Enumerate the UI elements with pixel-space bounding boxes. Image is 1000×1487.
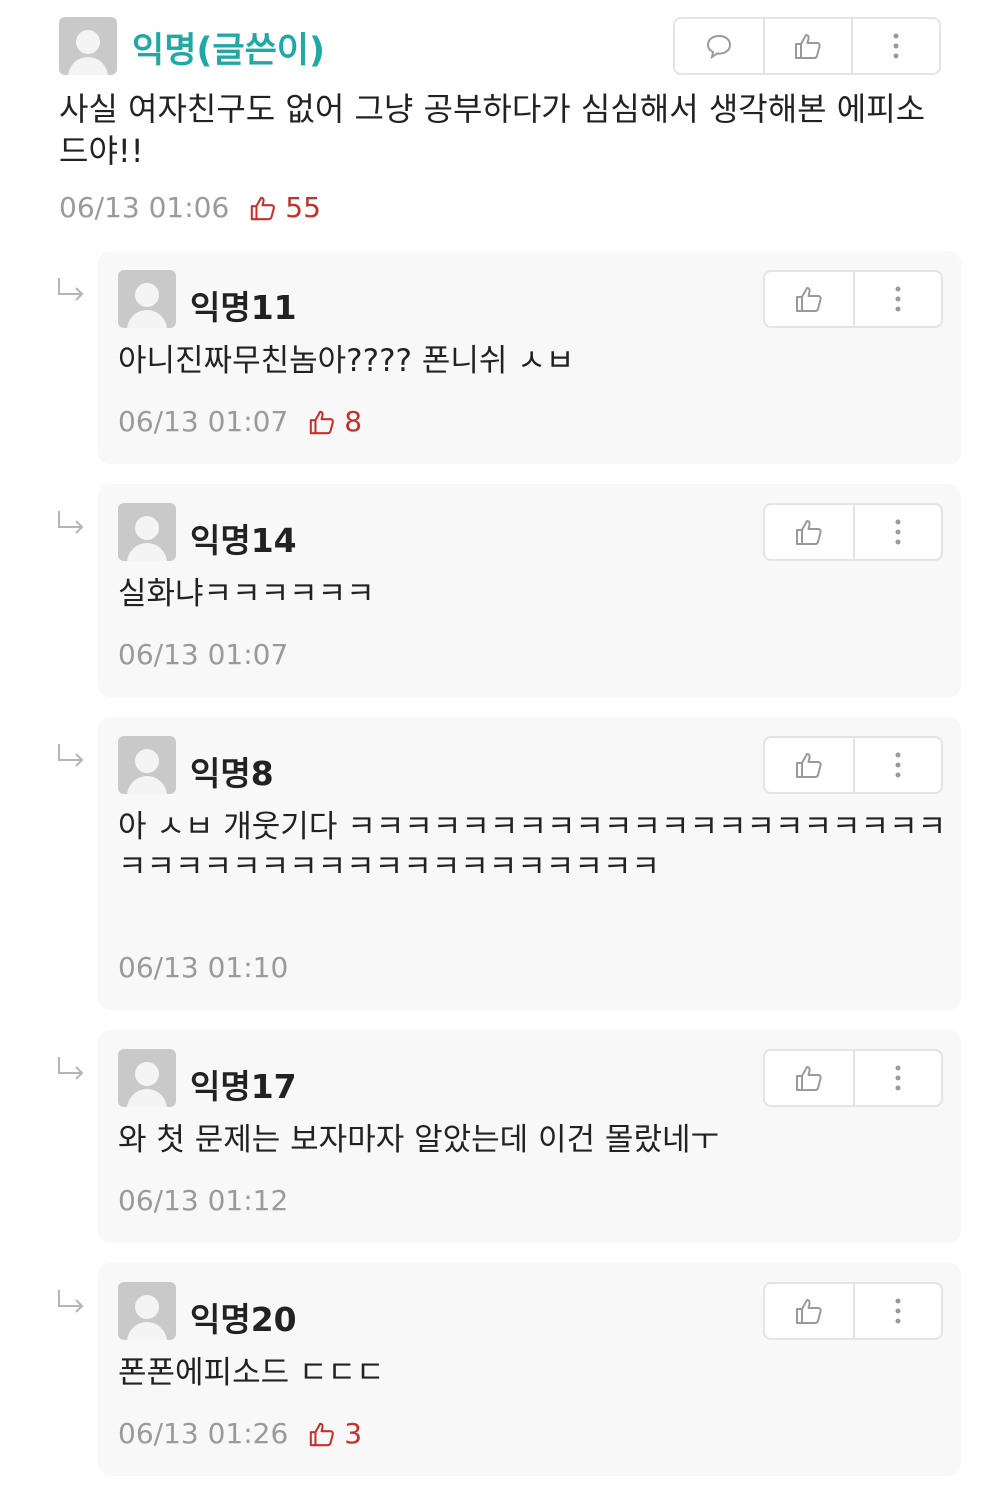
more-button[interactable]	[853, 272, 941, 326]
thumbs-up-icon	[251, 196, 276, 220]
comment-text: 아 ㅅㅂ 개웃기다 ㅋㅋㅋㅋㅋㅋㅋㅋㅋㅋㅋㅋㅋㅋㅋㅋㅋㅋㅋㅋㅋㅋㅋㅋㅋㅋㅋㅋㅋㅋ…	[118, 809, 947, 885]
vote-count-badge: 3	[308, 1417, 362, 1450]
comment-actions	[763, 503, 943, 561]
reply-arrow-icon	[58, 278, 84, 301]
comment-meta: 06/13 01:06 55	[59, 191, 321, 224]
thumbs-up-icon	[310, 1422, 335, 1446]
author-name: 익명14	[190, 521, 297, 560]
thumbs-up-icon	[796, 1299, 822, 1324]
timestamp: 06/13 01:06	[59, 191, 230, 224]
author-name: 익명8	[190, 754, 274, 793]
comment-meta: 06/13 01:12	[118, 1184, 288, 1217]
comment-actions	[763, 270, 943, 328]
author-name: 익명20	[190, 1300, 297, 1339]
timestamp: 06/13 01:07	[118, 405, 289, 438]
more-button[interactable]	[853, 738, 941, 792]
timestamp: 06/13 01:26	[118, 1417, 289, 1450]
avatar[interactable]	[118, 270, 176, 328]
vote-count: 55	[285, 191, 321, 224]
thumbs-up-icon	[796, 1066, 822, 1091]
reply-arrow-icon	[58, 511, 84, 534]
reply-comment: 익명14 실화냐ㅋㅋㅋㅋㅋㅋ 06/13 01:07	[98, 484, 961, 697]
more-vertical-icon	[895, 286, 901, 312]
author-name: 익명17	[190, 1067, 297, 1106]
author-name: 익명11	[190, 288, 297, 327]
like-button[interactable]	[765, 1051, 853, 1105]
like-button[interactable]	[765, 1284, 853, 1338]
comment-text: 사실 여자친구도 없어 그냥 공부하다가 심심해서 생각해본 에피소드야!!	[59, 90, 926, 170]
comment-actions	[763, 1049, 943, 1107]
vote-count: 3	[344, 1417, 363, 1450]
like-button[interactable]	[765, 738, 853, 792]
more-button[interactable]	[853, 1051, 941, 1105]
more-button[interactable]	[851, 19, 939, 73]
comment-meta: 06/13 01:10	[118, 951, 288, 984]
timestamp: 06/13 01:10	[118, 951, 289, 984]
more-vertical-icon	[895, 1298, 901, 1324]
comment-actions	[673, 17, 941, 75]
avatar[interactable]	[118, 1049, 176, 1107]
like-button[interactable]	[765, 272, 853, 326]
reply-arrow-icon	[58, 1290, 84, 1313]
vote-count-badge: 55	[249, 191, 321, 224]
comment-actions	[763, 1282, 943, 1340]
comment-text: 와 첫 문제는 보자마자 알았는데 이건 몰랐네ㅜ	[118, 1122, 720, 1158]
reply-comment: 익명17 와 첫 문제는 보자마자 알았는데 이건 몰랐네ㅜ 06/13 01:…	[98, 1030, 961, 1243]
more-button[interactable]	[853, 1284, 941, 1338]
thumbs-up-icon	[796, 520, 822, 545]
avatar[interactable]	[118, 1282, 176, 1340]
reply-arrow-icon	[58, 744, 84, 767]
thumbs-up-icon	[795, 34, 821, 59]
reply-comment: 익명8 아 ㅅㅂ 개웃기다 ㅋㅋㅋㅋㅋㅋㅋㅋㅋㅋㅋㅋㅋㅋㅋㅋㅋㅋㅋㅋㅋㅋㅋㅋㅋㅋ…	[98, 717, 961, 1010]
more-vertical-icon	[893, 33, 899, 59]
comment-meta: 06/13 01:07	[118, 638, 288, 671]
avatar[interactable]	[59, 17, 117, 75]
thumbs-up-icon	[796, 287, 822, 312]
vote-count-badge: 8	[308, 405, 362, 438]
comment-meta: 06/13 01:07 8	[118, 405, 362, 438]
avatar[interactable]	[118, 736, 176, 794]
comment-text: 폰폰에피소드 ㄷㄷㄷ	[118, 1355, 385, 1391]
more-vertical-icon	[895, 752, 901, 778]
timestamp: 06/13 01:07	[118, 638, 289, 671]
thumbs-up-icon	[310, 410, 335, 434]
avatar[interactable]	[118, 503, 176, 561]
vote-count: 8	[344, 405, 363, 438]
comment-actions	[763, 736, 943, 794]
comment-text: 실화냐ㅋㅋㅋㅋㅋㅋ	[118, 576, 375, 612]
reply-comment: 익명11 아니진짜무친놈아???? 폰니쉬 ㅅㅂ 06/13 01:07 8	[98, 251, 961, 464]
comment-icon	[706, 34, 732, 59]
reply-arrow-icon	[58, 1057, 84, 1080]
author-name: 익명(글쓴이)	[132, 31, 325, 71]
comment-meta: 06/13 01:26 3	[118, 1417, 362, 1450]
thumbs-up-icon	[796, 753, 822, 778]
comment-text: 아니진짜무친놈아???? 폰니쉬 ㅅㅂ	[118, 343, 575, 379]
reply-button[interactable]	[675, 19, 763, 73]
like-button[interactable]	[765, 505, 853, 559]
more-vertical-icon	[895, 519, 901, 545]
reply-comment: 익명20 폰폰에피소드 ㄷㄷㄷ 06/13 01:26 3	[98, 1263, 961, 1476]
like-button[interactable]	[763, 19, 851, 73]
more-vertical-icon	[895, 1065, 901, 1091]
timestamp: 06/13 01:12	[118, 1184, 289, 1217]
more-button[interactable]	[853, 505, 941, 559]
